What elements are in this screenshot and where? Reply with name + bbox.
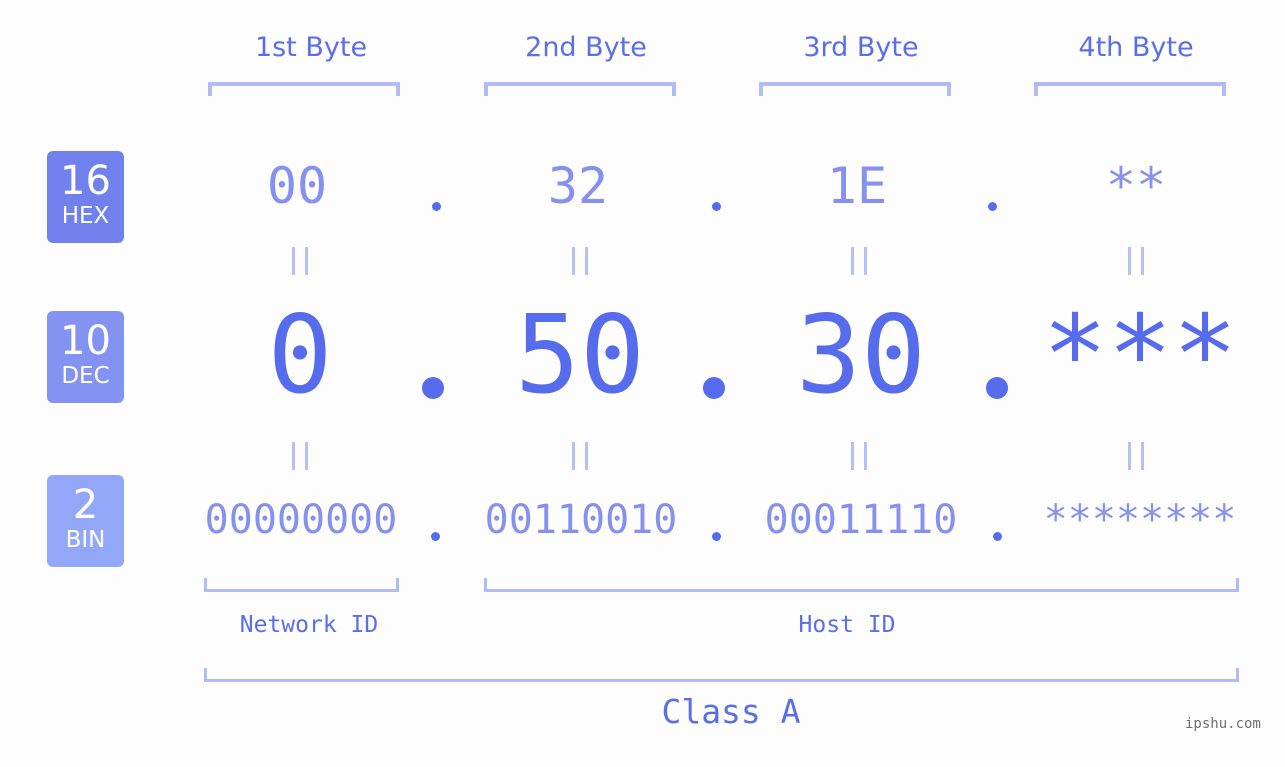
byte-bracket-2 [484,82,676,96]
dec-badge: 10 DEC [47,311,124,403]
hex-separator-dot [432,202,441,211]
hex-base-number: 16 [60,158,111,204]
dec-byte-2: 50 [514,293,646,418]
network-id-label: Network ID [239,612,379,638]
equals-icon [851,442,867,470]
bin-byte-2: 00110010 [484,497,678,543]
dec-base-number: 10 [60,318,111,364]
hex-byte-4: ** [1105,157,1167,215]
equals-icon [572,247,588,275]
bin-base-number: 2 [72,482,99,528]
dec-byte-3: 30 [795,293,927,418]
equals-icon [292,247,308,275]
hex-byte-1: 00 [266,157,328,215]
bin-separator-dot [431,532,440,541]
byte-bracket-4 [1034,82,1226,96]
watermark: ipshu.com [1185,716,1261,732]
byte-bracket-3 [759,82,951,96]
dec-separator-dot [703,377,725,399]
dec-separator-dot [422,377,444,399]
network-id-bracket [204,578,399,592]
byte-label-1: 1st Byte [254,32,368,63]
byte-bracket-1 [208,82,400,96]
hex-separator-dot [988,202,997,211]
bin-base-name: BIN [65,527,106,553]
hex-byte-3: 1E [826,157,888,215]
bin-byte-3: 00011110 [764,497,958,543]
hex-base-name: HEX [61,203,110,229]
equals-icon [1128,247,1144,275]
hex-byte-2: 32 [547,157,609,215]
bin-separator-dot [993,532,1002,541]
byte-label-3: 3rd Byte [803,32,919,63]
byte-label-2: 2nd Byte [525,32,647,63]
dec-base-name: DEC [61,363,110,389]
equals-icon [1128,442,1144,470]
dec-separator-dot [986,377,1008,399]
host-id-bracket [484,578,1239,592]
bin-badge: 2 BIN [47,475,124,567]
class-bracket [204,668,1239,682]
hex-badge: 16 HEX [47,151,124,243]
dec-byte-4: *** [1042,293,1238,418]
dec-byte-1: 0 [267,293,333,418]
class-label: Class A [661,692,801,731]
bin-separator-dot [712,532,721,541]
bin-byte-1: 00000000 [204,497,398,543]
equals-icon [292,442,308,470]
bin-byte-4: ******** [1043,497,1237,543]
byte-label-4: 4th Byte [1078,32,1194,63]
equals-icon [572,442,588,470]
host-id-label: Host ID [798,612,896,638]
hex-separator-dot [712,202,721,211]
equals-icon [851,247,867,275]
